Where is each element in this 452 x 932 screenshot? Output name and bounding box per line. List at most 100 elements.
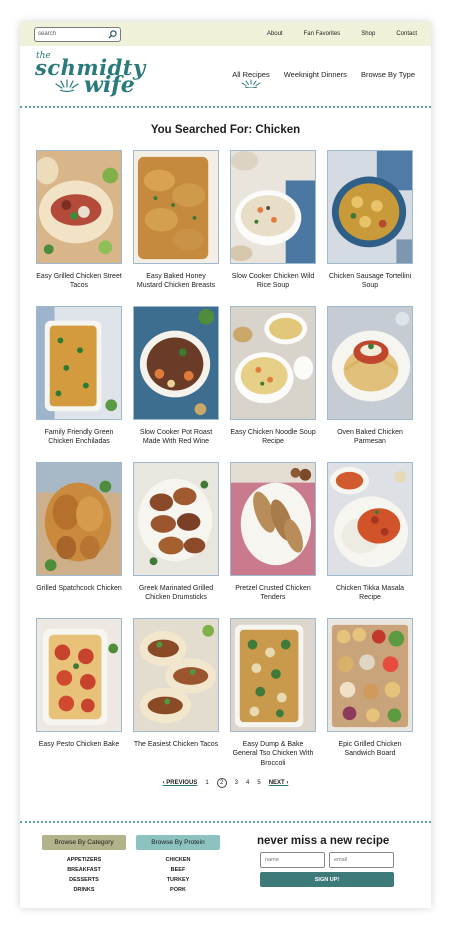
- recipe-image[interactable]: [327, 618, 413, 732]
- main-nav-all-recipes-label: All Recipes: [232, 69, 270, 79]
- category-link[interactable]: BREAKFAST: [42, 865, 126, 875]
- signup-inputs: [260, 852, 394, 868]
- recipe-card[interactable]: Easy Chicken Noodle Soup Recipe: [230, 306, 316, 462]
- recipe-card[interactable]: Family Friendly Green Chicken Enchiladas: [36, 306, 122, 462]
- top-nav-fan-favorites[interactable]: Fan Favorites: [304, 31, 341, 37]
- top-nav-shop[interactable]: Shop: [361, 31, 375, 37]
- page-link-3[interactable]: 3: [235, 780, 238, 786]
- active-sunburst-icon: [241, 79, 261, 88]
- protein-link[interactable]: TURKEY: [136, 875, 220, 885]
- recipe-card[interactable]: Easy Pesto Chicken Bake: [36, 618, 122, 774]
- recipe-title[interactable]: Pretzel Crusted Chicken Tenders: [230, 584, 316, 603]
- pagination: ‹ PREVIOUS 1 2 3 4 5 NEXT ›: [20, 778, 431, 788]
- recipe-card[interactable]: Slow Cooker Pot Roast Made With Red Wine: [133, 306, 219, 462]
- name-field[interactable]: [260, 852, 325, 868]
- search-icon[interactable]: [108, 29, 117, 39]
- previous-page-link[interactable]: ‹ PREVIOUS: [163, 780, 198, 786]
- recipe-card[interactable]: Grilled Spatchcock Chicken: [36, 462, 122, 618]
- recipe-image[interactable]: [230, 150, 316, 264]
- recipe-image[interactable]: [133, 618, 219, 732]
- recipe-card[interactable]: Oven Baked Chicken Parmesan: [327, 306, 413, 462]
- recipe-card[interactable]: Epic Grilled Chicken Sandwich Board: [327, 618, 413, 774]
- search-input[interactable]: [38, 31, 106, 37]
- recipe-card[interactable]: Easy Dump & Bake General Tso Chicken Wit…: [230, 618, 316, 774]
- recipe-title[interactable]: Easy Baked Honey Mustard Chicken Breasts: [133, 272, 219, 291]
- recipe-title[interactable]: Easy Pesto Chicken Bake: [36, 740, 122, 749]
- recipe-title[interactable]: Family Friendly Green Chicken Enchiladas: [36, 428, 122, 447]
- top-nav-about[interactable]: About: [267, 31, 283, 37]
- recipe-image[interactable]: [327, 462, 413, 576]
- recipe-card[interactable]: Easy Baked Honey Mustard Chicken Breasts: [133, 150, 219, 306]
- main-nav-browse-by-type[interactable]: Browse By Type: [361, 70, 415, 79]
- logo-sunburst-icon: [55, 79, 79, 93]
- recipe-title[interactable]: Chicken Tikka Masala Recipe: [327, 584, 413, 603]
- recipe-card[interactable]: Easy Grilled Chicken Street Tacos: [36, 150, 122, 306]
- newsletter-signup: never miss a new recipe SIGN UP!: [257, 835, 394, 895]
- protein-link[interactable]: PORK: [136, 885, 220, 895]
- sign-up-button[interactable]: SIGN UP!: [260, 872, 394, 887]
- recipe-card[interactable]: Chicken Sausage Tortellini Soup: [327, 150, 413, 306]
- recipe-image[interactable]: [327, 150, 413, 264]
- top-nav: About Fan Favorites Shop Contact: [267, 31, 417, 37]
- category-link[interactable]: DRINKS: [42, 885, 126, 895]
- recipe-card[interactable]: Greek Marinated Grilled Chicken Drumstic…: [133, 462, 219, 618]
- recipe-image[interactable]: [327, 306, 413, 420]
- top-bar: About Fan Favorites Shop Contact: [20, 22, 431, 46]
- recipe-title[interactable]: Slow Cooker Pot Roast Made With Red Wine: [133, 428, 219, 447]
- category-column: Browse By Category APPETIZERS BREAKFAST …: [42, 835, 126, 895]
- browse-by-category-button[interactable]: Browse By Category: [42, 835, 126, 850]
- recipe-image[interactable]: [230, 618, 316, 732]
- recipe-image[interactable]: [133, 306, 219, 420]
- main-nav-all-recipes[interactable]: All Recipes: [232, 69, 270, 88]
- recipe-title[interactable]: Chicken Sausage Tortellini Soup: [327, 272, 413, 291]
- main-nav-weeknight-dinners[interactable]: Weeknight Dinners: [284, 70, 347, 79]
- recipe-title[interactable]: Grilled Spatchcock Chicken: [36, 584, 122, 593]
- page-link-5[interactable]: 5: [257, 780, 260, 786]
- recipe-card[interactable]: The Easiest Chicken Tacos: [133, 618, 219, 774]
- category-link[interactable]: DESSERTS: [42, 875, 126, 885]
- browse-by-protein-button[interactable]: Browse By Protein: [136, 835, 220, 850]
- recipe-title[interactable]: Easy Chicken Noodle Soup Recipe: [230, 428, 316, 447]
- recipe-image[interactable]: [230, 306, 316, 420]
- recipe-title[interactable]: Epic Grilled Chicken Sandwich Board: [327, 740, 413, 759]
- page: About Fan Favorites Shop Contact the sch…: [20, 22, 431, 908]
- recipe-title[interactable]: The Easiest Chicken Tacos: [133, 740, 219, 749]
- recipe-title[interactable]: Oven Baked Chicken Parmesan: [327, 428, 413, 447]
- footer: Browse By Category APPETIZERS BREAKFAST …: [20, 823, 431, 895]
- recipe-title[interactable]: Easy Grilled Chicken Street Tacos: [36, 272, 122, 291]
- page-link-2-current[interactable]: 2: [216, 778, 227, 788]
- recipe-image[interactable]: [36, 306, 122, 420]
- recipe-grid: Easy Grilled Chicken Street Tacos Easy B…: [20, 150, 431, 774]
- category-link[interactable]: APPETIZERS: [42, 855, 126, 865]
- site-header: the schmidty wife All Recipes Weeknight …: [20, 46, 431, 106]
- category-list: APPETIZERS BREAKFAST DESSERTS DRINKS: [42, 855, 126, 895]
- recipe-title[interactable]: Slow Cooker Chicken Wild Rice Soup: [230, 272, 316, 291]
- recipe-image[interactable]: [230, 462, 316, 576]
- main-nav: All Recipes Weeknight Dinners Browse By …: [232, 69, 415, 88]
- next-page-link[interactable]: NEXT ›: [269, 780, 289, 786]
- search-box[interactable]: [34, 26, 121, 42]
- recipe-card[interactable]: Pretzel Crusted Chicken Tenders: [230, 462, 316, 618]
- site-logo[interactable]: the schmidty wife: [34, 51, 146, 101]
- protein-link[interactable]: BEEF: [136, 865, 220, 875]
- page-title: You Searched For: Chicken: [150, 124, 301, 136]
- recipe-card[interactable]: Slow Cooker Chicken Wild Rice Soup: [230, 150, 316, 306]
- recipe-card[interactable]: Chicken Tikka Masala Recipe: [327, 462, 413, 618]
- signup-title: never miss a new recipe: [257, 835, 390, 847]
- recipe-image[interactable]: [133, 462, 219, 576]
- header-divider: [20, 106, 431, 108]
- recipe-title[interactable]: Greek Marinated Grilled Chicken Drumstic…: [133, 584, 219, 603]
- top-nav-contact[interactable]: Contact: [396, 31, 417, 37]
- recipe-image[interactable]: [36, 150, 122, 264]
- page-link-1[interactable]: 1: [205, 780, 208, 786]
- protein-list: CHICKEN BEEF TURKEY PORK: [136, 855, 220, 895]
- recipe-title[interactable]: Easy Dump & Bake General Tso Chicken Wit…: [230, 740, 316, 768]
- page-link-4[interactable]: 4: [246, 780, 249, 786]
- recipe-image[interactable]: [36, 618, 122, 732]
- protein-column: Browse By Protein CHICKEN BEEF TURKEY PO…: [136, 835, 220, 895]
- recipe-image[interactable]: [36, 462, 122, 576]
- recipe-image[interactable]: [133, 150, 219, 264]
- logo-wife: wife: [84, 72, 135, 98]
- email-field[interactable]: [329, 852, 394, 868]
- protein-link[interactable]: CHICKEN: [136, 855, 220, 865]
